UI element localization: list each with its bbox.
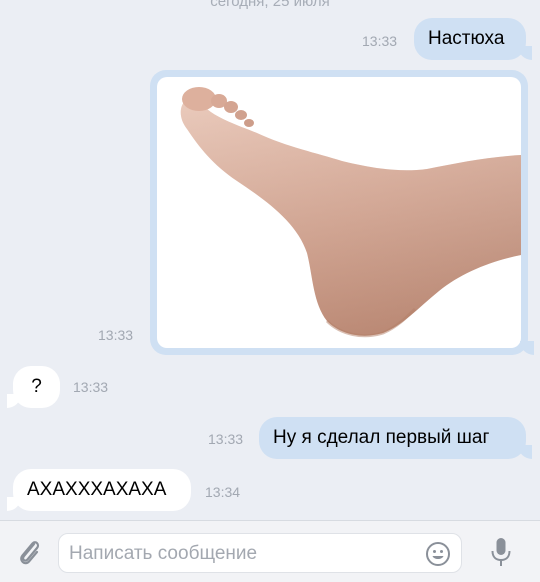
outgoing-message[interactable]: Ну я сделал первый шаг [259,417,532,459]
message-text: ? [31,376,42,397]
paperclip-icon[interactable] [14,537,44,567]
message-time: 13:34 [205,484,241,500]
outgoing-message[interactable]: Настюха [414,18,532,60]
message-input[interactable]: Написать сообщение [58,533,462,573]
message-text: Ну я сделал первый шаг [273,427,490,448]
smiley-icon[interactable] [425,541,451,567]
chat-screen: сегодня, 25 июля 13:33 Настюха 13:33 ? 1… [0,0,540,582]
message-text: АХАХХХАХАХА [27,479,167,500]
outgoing-photo-message[interactable] [150,70,534,355]
foot-photo[interactable] [157,77,521,348]
message-time: 13:33 [362,33,398,49]
microphone-icon[interactable] [488,536,514,568]
foot-image [180,87,521,338]
date-separator: сегодня, 25 июля [210,0,330,10]
incoming-message[interactable]: АХАХХХАХАХА [7,469,191,511]
incoming-message[interactable]: ? [7,366,60,408]
message-text: Настюха [428,28,505,49]
message-time: 13:33 [208,431,244,447]
message-time: 13:33 [98,327,134,343]
message-time: 13:33 [73,379,109,395]
message-input-placeholder: Написать сообщение [69,543,258,564]
message-composer: Написать сообщение [0,520,540,582]
